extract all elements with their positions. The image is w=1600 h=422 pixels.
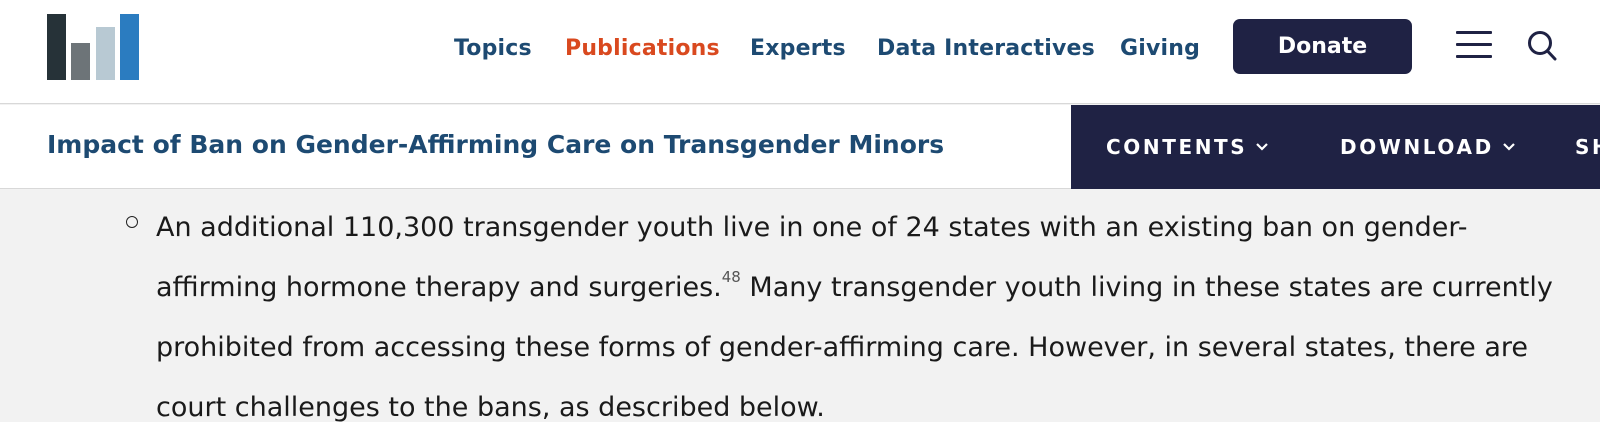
- list-bullet: [126, 216, 138, 228]
- nav-publications[interactable]: Publications: [565, 36, 720, 61]
- list-item-paragraph: An additional 110,300 transgender youth …: [156, 198, 1556, 422]
- top-navigation-bar: Topics Publications Experts Data Interac…: [0, 0, 1600, 104]
- nav-experts[interactable]: Experts: [750, 36, 846, 61]
- download-label: DOWNLOAD: [1340, 135, 1494, 159]
- site-logo[interactable]: [47, 14, 141, 80]
- footnote-link[interactable]: 48: [722, 268, 741, 286]
- document-actions: CONTENTS DOWNLOAD SH: [1071, 105, 1600, 189]
- logo-bar: [71, 43, 90, 80]
- nav-data-interactives[interactable]: Data Interactives: [877, 36, 1095, 61]
- chevron-down-icon: [1503, 143, 1515, 151]
- contents-label: CONTENTS: [1106, 135, 1248, 159]
- nav-giving[interactable]: Giving: [1120, 36, 1200, 61]
- download-dropdown[interactable]: DOWNLOAD: [1340, 135, 1516, 159]
- share-label: SH: [1575, 135, 1600, 159]
- logo-bar: [120, 14, 139, 80]
- logo-bar: [47, 14, 66, 80]
- search-icon[interactable]: [1527, 30, 1557, 62]
- hamburger-menu-icon[interactable]: [1456, 31, 1492, 59]
- nav-topics[interactable]: Topics: [454, 36, 532, 61]
- chevron-down-icon: [1256, 143, 1269, 151]
- document-subheader: Impact of Ban on Gender-Affirming Care o…: [0, 105, 1600, 189]
- page-title: Impact of Ban on Gender-Affirming Care o…: [47, 130, 945, 159]
- donate-button[interactable]: Donate: [1233, 19, 1412, 74]
- logo-bar: [96, 27, 115, 80]
- article-content: An additional 110,300 transgender youth …: [0, 190, 1600, 422]
- contents-dropdown[interactable]: CONTENTS: [1106, 135, 1269, 159]
- share-button[interactable]: SH: [1575, 135, 1600, 159]
